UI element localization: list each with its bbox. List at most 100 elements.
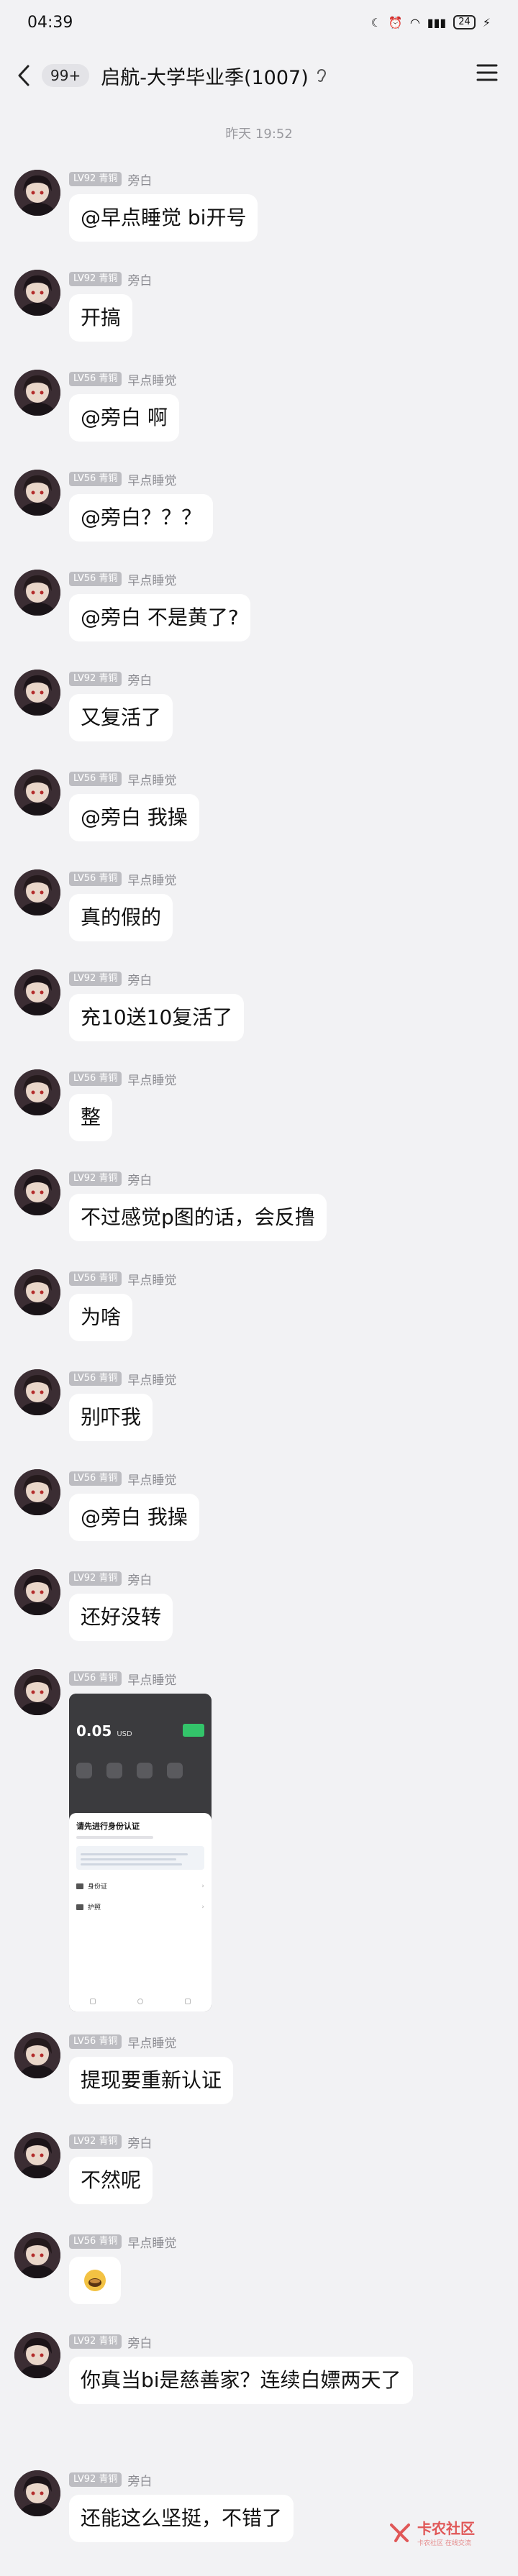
avatar[interactable] bbox=[14, 1069, 60, 1115]
avatar[interactable] bbox=[14, 270, 60, 316]
watermark-logo-icon bbox=[390, 2524, 410, 2542]
message-bubble[interactable]: 整 bbox=[69, 1094, 113, 1141]
sender-meta: LV56 青铜 早点睡觉 bbox=[69, 869, 176, 888]
back-arrow-icon[interactable] bbox=[17, 61, 39, 90]
avatar[interactable] bbox=[14, 2232, 60, 2278]
avatar[interactable] bbox=[14, 969, 60, 1015]
sender-name[interactable]: 早点睡觉 bbox=[127, 2233, 176, 2251]
sender-name[interactable]: 旁白 bbox=[127, 1570, 152, 1588]
avatar[interactable] bbox=[14, 2332, 60, 2378]
screenshot-verify-sheet: 请先进行身份认证 身份证 › 护照 › bbox=[69, 1813, 212, 2011]
sender-name[interactable]: 早点睡觉 bbox=[127, 1370, 176, 1388]
avatar[interactable] bbox=[14, 1669, 60, 1715]
level-badge: LV92 青铜 bbox=[69, 272, 122, 286]
charging-icon: ⚡ bbox=[482, 15, 491, 29]
level-badge: LV92 青铜 bbox=[69, 1571, 122, 1586]
unread-count-badge[interactable]: 99+ bbox=[42, 64, 90, 87]
message-bubble[interactable]: @旁白？？？ bbox=[69, 494, 214, 542]
sender-meta: LV56 青铜 早点睡觉 bbox=[69, 1669, 176, 1688]
avatar[interactable] bbox=[14, 869, 60, 915]
menu-icon[interactable] bbox=[476, 63, 498, 85]
message-bubble[interactable]: 不然呢 bbox=[69, 2157, 153, 2204]
message-bubble[interactable]: 充10送10复活了 bbox=[69, 994, 245, 1041]
level-badge: LV56 青铜 bbox=[69, 1072, 122, 1086]
sender-name[interactable]: 早点睡觉 bbox=[127, 870, 176, 888]
level-badge: LV92 青铜 bbox=[69, 2472, 122, 2487]
sender-name[interactable]: 旁白 bbox=[127, 1170, 152, 1188]
sender-meta: LV92 青铜 旁白 bbox=[69, 670, 152, 688]
screenshot-sheet-title: 请先进行身份认证 bbox=[76, 1822, 140, 1831]
image-message[interactable]: 0.05 USD 请先进行身份认证 身份证 › 护照 › bbox=[69, 1694, 212, 2011]
avatar[interactable] bbox=[14, 1269, 60, 1315]
avatar[interactable] bbox=[14, 1369, 60, 1415]
sender-name[interactable]: 早点睡觉 bbox=[127, 470, 176, 488]
message-bubble[interactable]: @旁白 我操 bbox=[69, 794, 199, 841]
message-bubble[interactable]: 真的假的 bbox=[69, 894, 173, 941]
message-bubble[interactable]: 又复活了 bbox=[69, 694, 173, 741]
avatar[interactable] bbox=[14, 1569, 60, 1615]
sender-name[interactable]: 早点睡觉 bbox=[127, 770, 176, 788]
message-bubble[interactable]: 还能这么坚挺，不错了 bbox=[69, 2495, 294, 2542]
avatar[interactable] bbox=[14, 769, 60, 816]
sender-name[interactable]: 早点睡觉 bbox=[127, 1670, 176, 1688]
avatar[interactable] bbox=[14, 2032, 60, 2078]
avatar[interactable] bbox=[14, 1469, 60, 1515]
message-bubble[interactable]: 你真当bi是慈善家？连续白嫖两天了 bbox=[69, 2357, 413, 2404]
avatar[interactable] bbox=[14, 670, 60, 716]
sender-name[interactable]: 旁白 bbox=[127, 2333, 152, 2351]
sender-meta: LV56 青铜 早点睡觉 bbox=[69, 2032, 176, 2051]
status-time: 04:39 bbox=[27, 13, 73, 32]
sender-meta: LV56 青铜 早点睡觉 bbox=[69, 2232, 176, 2251]
watermark-title: 卡农社区 bbox=[417, 2520, 475, 2537]
sender-name[interactable]: 旁白 bbox=[127, 2133, 152, 2151]
level-badge: LV56 青铜 bbox=[69, 1371, 122, 1386]
avatar[interactable] bbox=[14, 570, 60, 616]
message-bubble[interactable]: 为啥 bbox=[69, 1294, 133, 1341]
message-bubble[interactable]: 不过感觉p图的话，会反撸 bbox=[69, 1194, 327, 1241]
sender-meta: LV56 青铜 早点睡觉 bbox=[69, 1069, 176, 1088]
sender-name[interactable]: 早点睡觉 bbox=[127, 370, 176, 388]
sender-name[interactable]: 早点睡觉 bbox=[127, 2033, 176, 2051]
coffee-emoji-icon[interactable] bbox=[69, 2257, 121, 2304]
chat-header: 99+ 启航-大学毕业季(1007) bbox=[0, 45, 518, 106]
sender-name[interactable]: 早点睡觉 bbox=[127, 1070, 176, 1088]
message-bubble[interactable]: @旁白 我操 bbox=[69, 1494, 199, 1541]
message-bubble[interactable]: 别吓我 bbox=[69, 1394, 153, 1441]
avatar[interactable] bbox=[14, 170, 60, 216]
avatar[interactable] bbox=[14, 370, 60, 416]
sender-name[interactable]: 旁白 bbox=[127, 970, 152, 988]
message-bubble[interactable]: 提现要重新认证 bbox=[69, 2057, 234, 2104]
level-badge: LV56 青铜 bbox=[69, 872, 122, 886]
sender-name[interactable]: 早点睡觉 bbox=[127, 1270, 176, 1288]
sender-meta: LV92 青铜 旁白 bbox=[69, 270, 152, 288]
avatar[interactable] bbox=[14, 1169, 60, 1215]
screenshot-icons bbox=[76, 1763, 183, 1778]
ear-icon bbox=[316, 68, 327, 83]
sender-name[interactable]: 早点睡觉 bbox=[127, 1470, 176, 1488]
message-bubble[interactable]: @旁白 啊 bbox=[69, 394, 179, 442]
sender-meta: LV56 青铜 早点睡觉 bbox=[69, 1369, 176, 1388]
moon-icon: ☾ bbox=[371, 15, 381, 29]
sender-meta: LV92 青铜 旁白 bbox=[69, 170, 152, 188]
time-separator: 昨天 19:52 bbox=[225, 127, 293, 142]
sender-name[interactable]: 旁白 bbox=[127, 270, 152, 288]
message-bubble[interactable]: 还好没转 bbox=[69, 1594, 173, 1641]
avatar[interactable] bbox=[14, 2132, 60, 2178]
message-bubble[interactable]: 开搞 bbox=[69, 294, 133, 342]
watermark: 卡农社区 卡农社区 在线交流 bbox=[387, 2513, 495, 2552]
sender-meta: LV56 青铜 早点睡觉 bbox=[69, 470, 176, 488]
sender-name[interactable]: 旁白 bbox=[127, 170, 152, 188]
sender-name[interactable]: 旁白 bbox=[127, 670, 152, 688]
group-title[interactable]: 启航-大学毕业季(1007) bbox=[101, 62, 309, 90]
level-badge: LV56 青铜 bbox=[69, 472, 122, 486]
level-badge: LV92 青铜 bbox=[69, 1171, 122, 1186]
level-badge: LV56 青铜 bbox=[69, 1271, 122, 1286]
sender-name[interactable]: 旁白 bbox=[127, 2471, 152, 2489]
sender-name[interactable]: 早点睡觉 bbox=[127, 570, 176, 588]
level-badge: LV92 青铜 bbox=[69, 672, 122, 686]
avatar[interactable] bbox=[14, 2470, 60, 2516]
avatar[interactable] bbox=[14, 470, 60, 516]
level-badge: LV56 青铜 bbox=[69, 372, 122, 386]
message-bubble[interactable]: @早点睡觉 bi开号 bbox=[69, 194, 258, 242]
message-bubble[interactable]: @旁白 不是黄了? bbox=[69, 594, 250, 641]
